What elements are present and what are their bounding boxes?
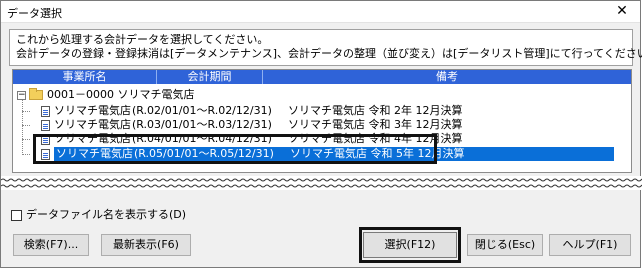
tree-root-label: 0001－0000 ソリマチ電気店 xyxy=(47,88,195,101)
folder-icon xyxy=(29,88,43,100)
close-icon[interactable]: ✕ xyxy=(614,3,630,19)
instruction-line-1: これから処理する会計データを選択してください。 xyxy=(16,33,269,46)
tree-connector xyxy=(22,100,23,155)
instruction-panel: これから処理する会計データを選択してください。 会計データの登録・登録抹消は[デ… xyxy=(9,29,642,66)
collapse-icon[interactable]: − xyxy=(17,90,26,100)
data-select-dialog: データ選択 ✕ これから処理する会計データを選択してください。 会計データの登録… xyxy=(0,0,642,268)
show-filename-checkbox[interactable] xyxy=(11,209,22,221)
data-list[interactable]: 事業所名 会計期間 備考 − 0001－0000 ソリマチ電気店 ソリマチ電気店(… xyxy=(12,69,632,173)
search-button[interactable]: 検索(F7)... xyxy=(13,234,89,256)
show-filename-option[interactable]: データファイル名を表示する(D) xyxy=(11,208,186,222)
column-header-note[interactable]: 備考 xyxy=(263,70,631,84)
document-icon xyxy=(41,133,50,145)
list-item[interactable]: ソリマチ電気店(R.02/01/01～R.02/12/31) ソリマチ電気店 令和… xyxy=(41,104,627,118)
show-filename-label: データファイル名を表示する(D) xyxy=(26,208,187,221)
close-button[interactable]: 閉じる(Esc) xyxy=(467,234,543,256)
selected-row-highlight: ソリマチ電気店(R.05/01/01～R.05/12/31) ソリマチ電気店 令和… xyxy=(54,147,614,161)
screenshot-cut-line xyxy=(1,176,642,190)
tree-root-node[interactable]: − 0001－0000 ソリマチ電気店 xyxy=(17,88,194,102)
help-button[interactable]: ヘルプ(F1) xyxy=(549,234,631,256)
document-icon xyxy=(41,119,50,131)
tree-connector xyxy=(22,111,30,112)
list-header: 事業所名 会計期間 備考 xyxy=(13,70,631,84)
list-item-selected[interactable]: ソリマチ電気店(R.05/01/01～R.05/12/31) ソリマチ電気店 令和… xyxy=(41,147,627,161)
select-button[interactable]: 選択(F12) xyxy=(363,232,457,258)
column-header-office[interactable]: 事業所名 xyxy=(13,70,157,84)
refresh-button[interactable]: 最新表示(F6) xyxy=(101,234,191,256)
list-item[interactable]: ソリマチ電気店(R.04/01/01～R.04/12/31) ソリマチ電気店 令和… xyxy=(41,132,627,146)
tree-connector xyxy=(22,125,30,126)
list-item[interactable]: ソリマチ電気店(R.03/01/01～R.03/12/31) ソリマチ電気店 令和… xyxy=(41,118,627,132)
column-header-period[interactable]: 会計期間 xyxy=(157,70,263,84)
document-icon xyxy=(41,105,50,117)
window-title: データ選択 xyxy=(7,7,62,20)
document-icon xyxy=(41,148,50,160)
instruction-line-2: 会計データの登録・登録抹消は[データメンテナンス]、会計データの整理（並び変え）… xyxy=(16,47,642,60)
wavy-cut-icon xyxy=(1,178,642,188)
title-bar: データ選択 ✕ xyxy=(1,1,640,23)
tree-connector xyxy=(22,154,30,155)
tree-connector xyxy=(22,139,30,140)
